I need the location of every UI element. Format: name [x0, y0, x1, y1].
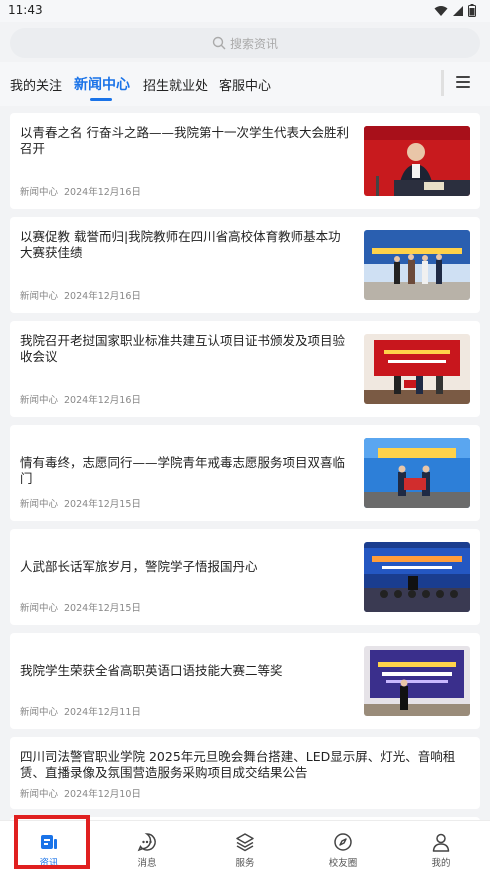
- news-thumbnail: [364, 438, 470, 508]
- news-title: 四川司法警官职业学院 2025年元旦晚会舞台搭建、LED显示屏、灯光、音响租赁、…: [20, 749, 456, 780]
- nav-alumni[interactable]: 校友圈: [303, 821, 383, 871]
- highlight-box: [14, 815, 90, 869]
- tab-my-follow[interactable]: 我的关注: [10, 75, 62, 94]
- status-time: 11:43: [8, 3, 43, 17]
- news-thumbnail: [364, 126, 470, 196]
- news-thumbnail: [364, 542, 470, 612]
- news-card[interactable]: 我院召开老挝国家职业标准共建互认项目证书颁发及项目验收会议 新闻中心 2024年1…: [10, 321, 480, 417]
- tab-customer-service[interactable]: 客服中心: [219, 75, 271, 94]
- news-card[interactable]: 我院学生荣获全省高职英语口语技能大赛二等奖 新闻中心 2024年12月11日: [10, 633, 480, 729]
- status-bar: 11:43: [0, 0, 490, 22]
- news-meta: 新闻中心 2024年12月16日: [20, 184, 141, 198]
- news-source: 新闻中心: [20, 187, 59, 198]
- active-tab-indicator: [90, 98, 112, 101]
- news-meta: 新闻中心 2024年12月11日: [20, 704, 141, 718]
- news-title: 人武部长话军旅岁月，警院学子悟报国丹心: [20, 559, 258, 574]
- news-source: 新闻中心: [20, 395, 59, 406]
- tab-news-center[interactable]: 新闻中心: [74, 74, 130, 94]
- signal-icon: [453, 5, 463, 16]
- nav-services[interactable]: 服务: [205, 821, 285, 871]
- news-source: 新闻中心: [20, 499, 59, 510]
- tab-admissions-employment[interactable]: 招生就业处: [143, 75, 208, 94]
- news-thumbnail: [364, 334, 470, 404]
- news-card[interactable]: 情有毒终，志愿同行——学院青年戒毒志愿服务项目双喜临门 新闻中心 2024年12月…: [10, 425, 480, 521]
- search-bar[interactable]: 搜索资讯: [10, 28, 480, 58]
- news-title: 我院学生荣获全省高职英语口语技能大赛二等奖: [20, 663, 283, 678]
- menu-icon[interactable]: [456, 76, 470, 88]
- wifi-icon: [434, 5, 448, 16]
- search-placeholder: 搜索资讯: [229, 36, 278, 51]
- layers-icon: [236, 833, 254, 852]
- news-date: 2024年12月16日: [64, 187, 141, 198]
- battery-icon: [468, 4, 476, 17]
- news-date: 2024年12月16日: [64, 291, 141, 302]
- message-icon: [137, 833, 156, 852]
- search-icon: [212, 36, 226, 50]
- news-card[interactable]: 以赛促教 载誉而归|我院教师在四川省高校体育教师基本功大赛获佳绩 新闻中心 202…: [10, 217, 480, 313]
- news-thumbnail: [364, 230, 470, 300]
- nav-label: 我的: [431, 858, 451, 869]
- news-meta: 新闻中心 2024年12月15日: [20, 496, 141, 510]
- news-source: 新闻中心: [20, 789, 59, 800]
- news-source: 新闻中心: [20, 291, 59, 302]
- news-source: 新闻中心: [20, 707, 59, 718]
- news-date: 2024年12月11日: [64, 707, 141, 718]
- news-date: 2024年12月10日: [64, 789, 141, 800]
- news-title: 情有毒终，志愿同行——学院青年戒毒志愿服务项目双喜临门: [20, 455, 346, 486]
- nav-label: 服务: [235, 858, 255, 869]
- nav-label: 消息: [137, 858, 157, 869]
- nav-label: 校友圈: [328, 858, 358, 869]
- news-title: 以赛促教 载誉而归|我院教师在四川省高校体育教师基本功大赛获佳绩: [20, 229, 341, 260]
- tab-divider: [441, 70, 444, 96]
- news-meta: 新闻中心 2024年12月10日: [20, 786, 141, 800]
- category-tabs: 我的关注 新闻中心 招生就业处 客服中心: [0, 62, 490, 106]
- news-thumbnail: [364, 646, 470, 716]
- news-card[interactable]: 以青春之名 行奋斗之路——我院第十一次学生代表大会胜利召开 新闻中心 2024年1…: [10, 113, 480, 209]
- news-title: 我院召开老挝国家职业标准共建互认项目证书颁发及项目验收会议: [20, 333, 346, 364]
- news-title: 以青春之名 行奋斗之路——我院第十一次学生代表大会胜利召开: [20, 125, 349, 156]
- nav-messages[interactable]: 消息: [107, 821, 187, 871]
- user-icon: [432, 833, 450, 852]
- news-date: 2024年12月15日: [64, 499, 141, 510]
- news-meta: 新闻中心 2024年12月15日: [20, 600, 141, 614]
- status-icons: [434, 4, 476, 17]
- news-card[interactable]: 四川司法警官职业学院 2025年元旦晚会舞台搭建、LED显示屏、灯光、音响租赁、…: [10, 737, 480, 809]
- news-source: 新闻中心: [20, 603, 59, 614]
- news-date: 2024年12月16日: [64, 395, 141, 406]
- compass-icon: [334, 833, 352, 851]
- news-date: 2024年12月15日: [64, 603, 141, 614]
- news-meta: 新闻中心 2024年12月16日: [20, 288, 141, 302]
- nav-profile[interactable]: 我的: [401, 821, 481, 871]
- news-card[interactable]: 人武部长话军旅岁月，警院学子悟报国丹心 新闻中心 2024年12月15日: [10, 529, 480, 625]
- news-meta: 新闻中心 2024年12月16日: [20, 392, 141, 406]
